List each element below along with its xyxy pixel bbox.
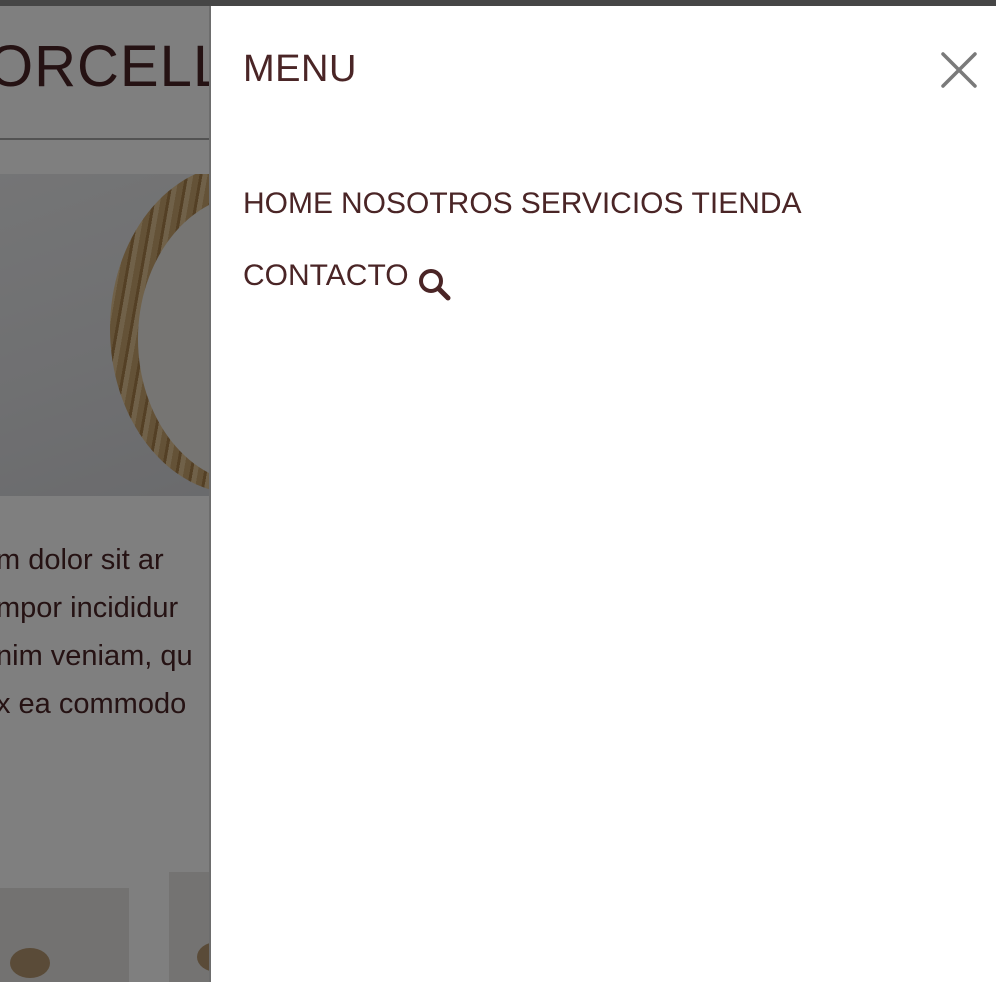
nav-row: CONTACTO (243, 240, 843, 312)
search-button[interactable] (417, 256, 451, 301)
menu-drawer: MENU HOME NOSOTROS SERVICIOS TIENDA CONTACT… (209, 6, 996, 982)
close-icon (941, 52, 977, 88)
main-navigation: HOME NOSOTROS SERVICIOS TIENDA CONTACTO (243, 168, 843, 312)
menu-title: MENU (243, 48, 357, 90)
nav-item-tienda[interactable]: TIENDA (692, 187, 802, 220)
nav-item-servicios[interactable]: SERVICIOS (521, 187, 684, 220)
nav-item-home[interactable]: HOME (243, 187, 333, 220)
close-button[interactable] (939, 50, 979, 90)
nav-item-contacto[interactable]: CONTACTO (243, 259, 409, 292)
nav-item-nosotros[interactable]: NOSOTROS (341, 187, 513, 220)
nav-row: HOME NOSOTROS SERVICIOS TIENDA (243, 168, 843, 240)
search-icon (418, 269, 451, 301)
